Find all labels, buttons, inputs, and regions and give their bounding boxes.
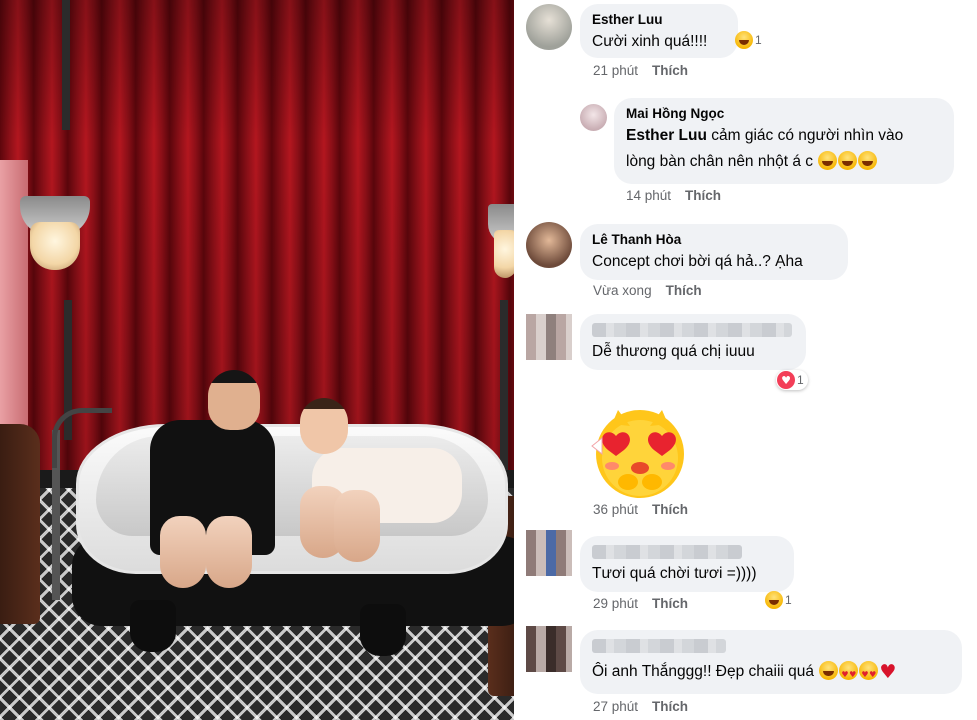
reaction-summary[interactable]: 1 — [764, 590, 796, 610]
reaction-summary[interactable]: ♥ 1 — [776, 370, 808, 390]
reaction-count: 1 — [785, 593, 792, 607]
like-button[interactable]: Thích — [652, 596, 688, 611]
rofl-emoji-icon — [819, 661, 839, 680]
reaction-count: 1 — [755, 33, 762, 47]
reaction-count: 1 — [797, 373, 804, 387]
like-button[interactable]: Thích — [685, 188, 721, 203]
avatar[interactable] — [526, 222, 572, 268]
post-photo[interactable] — [0, 0, 514, 720]
haha-icon — [735, 31, 753, 49]
comment-text: Cười xinh quá!!!! — [592, 33, 708, 50]
like-button[interactable]: Thích — [652, 699, 688, 714]
like-button[interactable]: Thích — [652, 63, 688, 78]
heart-eyes-chick-sticker[interactable] — [590, 396, 690, 500]
comment-text: Ôi anh Thắnggg!! Đẹp chaiii quá — [592, 663, 815, 680]
red-heart-emoji-icon: ♥ — [879, 661, 897, 683]
blurred-author-name — [592, 545, 742, 559]
comment-author[interactable]: Lê Thanh Hòa — [592, 231, 836, 249]
avatar[interactable] — [580, 104, 607, 131]
comment-text: Concept chơi bời qá hả..? Ạha — [592, 253, 803, 270]
rofl-emoji-icon — [838, 151, 858, 170]
comment-bubble: Mai Hồng Ngọc Esther Luu cảm giác có ngư… — [614, 98, 954, 184]
comment-bubble: Esther Luu Cười xinh quá!!!! — [580, 4, 738, 58]
blurred-author-name — [592, 639, 726, 653]
rofl-emoji-icon — [858, 151, 878, 170]
avatar[interactable] — [526, 530, 572, 576]
side-table — [0, 424, 40, 624]
comment-time[interactable]: 14 phút — [626, 188, 671, 203]
comment-author[interactable]: Mai Hồng Ngọc — [626, 105, 942, 123]
like-button[interactable]: Thích — [652, 502, 688, 517]
comment-text-line2: lòng bàn chân nên nhột á c — [626, 153, 814, 170]
like-button[interactable]: Thích — [666, 283, 702, 298]
blurred-author-name — [592, 323, 792, 337]
avatar[interactable] — [526, 4, 572, 50]
comment-time[interactable]: 21 phút — [593, 63, 638, 78]
comments-panel: Esther Luu Cười xinh quá!!!! 1 21 phút Th… — [514, 0, 977, 720]
comment-text: cảm giác có người nhìn vào — [706, 127, 904, 144]
comment-time[interactable]: 36 phút — [593, 502, 638, 517]
comment-bubble: Tươi quá chời tươi =)))) — [580, 536, 794, 592]
avatar[interactable] — [526, 626, 572, 672]
comment-text: Tươi quá chời tươi =)))) — [592, 565, 757, 582]
comment-bubble: Lê Thanh Hòa Concept chơi bời qá hả..? Ạ… — [580, 224, 848, 280]
reaction-summary[interactable]: 1 — [734, 30, 766, 50]
comment-time[interactable]: Vừa xong — [593, 283, 652, 298]
avatar[interactable] — [526, 314, 572, 360]
comment-bubble: Ôi anh Thắnggg!! Đẹp chaiii quá ♥ — [580, 630, 962, 694]
comment-author[interactable]: Esther Luu — [592, 11, 726, 29]
heart-eyes-emoji-icon — [839, 661, 859, 688]
comment-bubble: Dễ thương quá chị iuuu — [580, 314, 806, 370]
comment-text: Dễ thương quá chị iuuu — [592, 343, 755, 360]
heart-eyes-emoji-icon — [859, 661, 879, 688]
love-icon: ♥ — [777, 371, 795, 389]
haha-icon — [765, 591, 783, 609]
mention-tag[interactable]: Esther Luu — [626, 127, 707, 144]
faucet — [52, 408, 112, 468]
comment-time[interactable]: 27 phút — [593, 699, 638, 714]
comment-time[interactable]: 29 phút — [593, 596, 638, 611]
rofl-emoji-icon — [818, 151, 838, 170]
